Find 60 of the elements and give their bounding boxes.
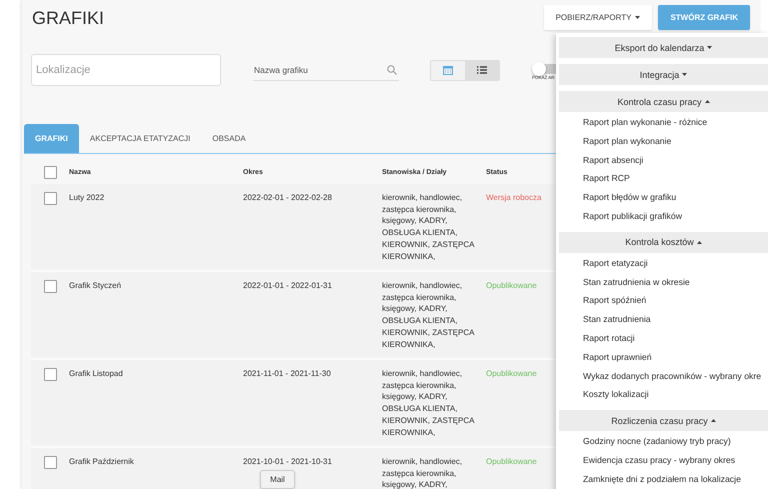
row-checkbox[interactable] [44, 280, 57, 293]
menu-item[interactable]: Raport plan wykonanie - różnice [559, 115, 768, 134]
menu-section-header[interactable]: Kontrola kosztów [559, 232, 768, 253]
page-title: GRAFIKI [32, 8, 104, 29]
menu-section-header[interactable]: Kontrola czasu pracy [559, 91, 768, 112]
menu-section-header[interactable]: Rozliczenia czasu pracy [559, 410, 768, 432]
positions-cell-text: kierownik, handlowiec, zastępca kierownika, księgowy, KADRY, [382, 456, 464, 489]
reports-dropdown-button[interactable]: POBIERZ/RAPORTY [544, 5, 652, 30]
tab[interactable]: OBSADA [201, 124, 257, 153]
status-label: Wersja robocza [486, 192, 542, 204]
menu-item[interactable]: Raport uprawnień [559, 350, 768, 369]
period-cell: 2021-11-01 - 2021-11-30 [243, 368, 331, 380]
section-title: Rozliczenia czasu pracy [611, 416, 708, 426]
status-label: Opublikowane [486, 456, 537, 468]
section-title: Kontrola kosztów [625, 237, 694, 248]
positions-cell-text: kierownik, handlowiec, zastępca kierownika, księgowy, KADRY, OBSŁUGA KLIENTA, KIEROWNIK, ZASTĘPCA KIEROWNIKA, [382, 368, 476, 438]
menu-item[interactable]: Raport spóźnień [559, 293, 768, 312]
location-field[interactable]: Lokalizacje [31, 54, 221, 86]
menu-item[interactable]: Koszty lokalizacji [559, 387, 768, 406]
menu-item[interactable]: Zamknięte dni z podziałem na lokalizacje [559, 472, 768, 489]
list-view-button[interactable] [465, 60, 499, 80]
menu-item[interactable]: Stan zatrudnienia [559, 312, 768, 331]
menu-item[interactable]: Raport absencji [559, 152, 768, 172]
section-title: Kontrola czasu pracy [617, 96, 702, 106]
schedule-name: Luty 2022 [69, 192, 104, 204]
calendar-icon [443, 65, 453, 75]
search-icon [387, 65, 397, 75]
menu-section-header[interactable]: Integracja [559, 64, 768, 85]
status-label: Opublikowane [486, 368, 537, 380]
search-field[interactable]: Nazwa grafiku [253, 59, 399, 81]
period-cell: 2021-10-01 - 2021-10-31 [243, 456, 332, 468]
schedule-name: Grafik Październik [69, 456, 134, 468]
row-checkbox[interactable] [44, 368, 57, 381]
caret-icon [635, 16, 640, 19]
tab[interactable]: AKCEPTACJA ETATYZACJI [78, 124, 202, 153]
menu-item[interactable]: Raport błędów w grafiku [559, 190, 768, 209]
menu-item[interactable]: Raport plan wykonanie [559, 134, 768, 153]
positions-cell-text: kierownik, handlowiec, zastępca kierownika, księgowy, KADRY, OBSŁUGA KLIENTA, KIEROWNIK, ZASTĘPCA KIEROWNIKA, [382, 280, 476, 350]
period-cell: 2022-02-01 - 2022-02-28 [243, 192, 332, 204]
menu-item[interactable]: Ewidencja czasu pracy - wybrany okres [559, 452, 768, 472]
row-checkbox[interactable] [44, 192, 57, 205]
select-all-checkbox[interactable] [44, 166, 57, 179]
menu-item[interactable]: Raport rotacji [559, 330, 768, 350]
menu-item[interactable]: Stan zatrudnienia w okresie [559, 274, 768, 294]
positions-cell-text: kierownik, handlowiec, zastępca kierownika, księgowy, KADRY, OBSŁUGA KLIENTA, KIEROWNIK, ZASTĘPCA KIEROWNIKA, [382, 192, 476, 262]
row-checkbox[interactable] [44, 456, 57, 469]
period-cell: 2022-01-01 - 2022-01-31 [243, 280, 332, 292]
schedule-name: Grafik Listopad [69, 368, 123, 380]
menu-item[interactable]: Raport publikacji grafików [559, 208, 768, 228]
menu-section-header[interactable]: Eksport do kalendarza [559, 37, 768, 58]
list-icon [477, 66, 487, 74]
status-label: Opublikowane [486, 280, 537, 292]
menu-item[interactable]: Raport etatyzacji [559, 256, 768, 275]
section-title: Eksport do kalendarza [614, 42, 704, 52]
section-title: Integracja [640, 70, 680, 80]
menu-item[interactable]: Wykaz dodanych pracowników - wybrany okre [559, 368, 768, 388]
menu-item[interactable]: Raport RCP [559, 171, 768, 190]
schedule-name: Grafik Styczeń [69, 280, 122, 292]
menu-item[interactable]: Godziny nocne (zadaniowy tryb pracy) [559, 434, 768, 453]
tooltip: Mail [260, 470, 295, 489]
